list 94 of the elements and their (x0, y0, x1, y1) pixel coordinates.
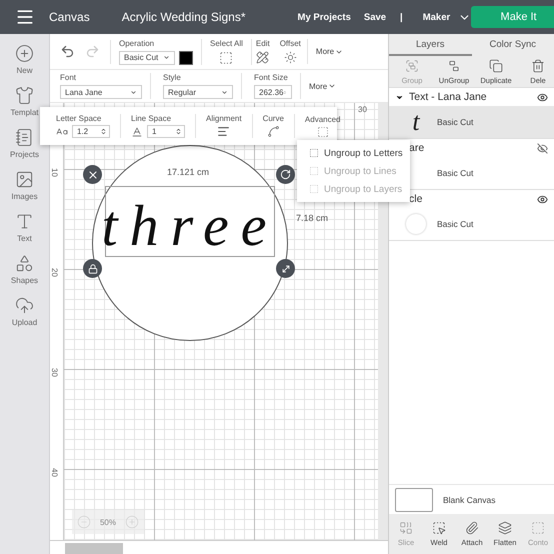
caret-icon (221, 88, 228, 96)
sidebar-label[interactable]: Shapes (10, 276, 38, 285)
machine-selector[interactable]: Maker (422, 12, 450, 22)
alignment-label: Alignment (206, 114, 242, 123)
layer-item[interactable]: t Basic Cut (389, 106, 554, 138)
blank-canvas-swatch[interactable] (395, 488, 433, 512)
layer-label[interactable]: Basic Cut (437, 219, 474, 229)
weld-icon (432, 521, 446, 535)
color-swatch[interactable] (179, 50, 193, 64)
slice-icon (399, 521, 413, 535)
spinner-icon[interactable] (175, 128, 182, 135)
sidebar-label[interactable]: Images (11, 192, 38, 201)
sidebar-label[interactable]: New (16, 66, 32, 75)
images-icon[interactable] (14, 170, 34, 189)
font-size-label: Font Size (254, 73, 289, 82)
offset-icon[interactable] (284, 51, 297, 64)
circle-thumbnail (406, 214, 426, 234)
line-space-field[interactable]: 1 (147, 125, 185, 138)
flatten-icon (498, 521, 512, 535)
curve-icon[interactable] (266, 125, 280, 138)
selection-box[interactable]: three (105, 186, 275, 257)
attach-icon (465, 521, 479, 535)
advanced-icon[interactable] (316, 126, 329, 138)
letter-space-icon (56, 126, 68, 138)
eye-icon[interactable] (537, 92, 548, 102)
advanced-label: Advanced (304, 114, 341, 124)
letter-thumbnail: t (412, 109, 420, 135)
eye-icon[interactable] (537, 194, 548, 204)
spinner-icon[interactable] (100, 128, 107, 135)
menu-item[interactable]: Ungroup to Letters (297, 144, 410, 162)
font-size-field[interactable]: 262.36 (254, 85, 292, 99)
edit-icon[interactable] (256, 51, 270, 64)
contour-icon (531, 521, 545, 535)
ruler-mark: 30 (358, 105, 367, 114)
undo-icon[interactable] (60, 44, 75, 59)
sidebar-label[interactable]: Text (17, 234, 32, 243)
panel-tab[interactable]: Color Sync (472, 34, 554, 56)
projects-icon[interactable] (15, 128, 34, 147)
operation-select[interactable]: Basic Cut (119, 50, 175, 64)
font-select[interactable]: Lana Jane (60, 85, 142, 99)
eye-off-icon[interactable] (537, 142, 548, 154)
layer-group-title[interactable]: Text - Lana Jane (409, 91, 532, 103)
separator-text: | (400, 12, 403, 22)
ungroup-icon (447, 58, 461, 72)
ruler-mark: 10 (50, 168, 59, 177)
app-title: Canvas (49, 10, 90, 24)
layer-label[interactable]: Basic Cut (437, 168, 474, 178)
templates-icon[interactable] (14, 86, 34, 105)
offset-label: Offset (280, 39, 301, 48)
delete-icon (531, 58, 545, 72)
style-select[interactable]: Regular (163, 85, 233, 99)
duplicate-icon (489, 58, 503, 72)
align-left-icon[interactable] (217, 125, 230, 138)
ruler-mark: 20 (50, 268, 59, 277)
new-icon[interactable] (15, 44, 34, 63)
select-all-icon[interactable] (219, 50, 234, 64)
project-title: Acrylic Wedding Signs* (122, 10, 246, 24)
caret-icon (163, 54, 170, 61)
line-space-label: Line Space (131, 114, 172, 123)
line-space-icon (131, 126, 143, 138)
save-link[interactable]: Save (364, 12, 386, 22)
style-label: Style (163, 73, 182, 82)
sidebar-label[interactable]: Projects (10, 150, 39, 159)
zoom-level: 50% (100, 518, 116, 526)
sidebar-label[interactable]: Templat (10, 108, 38, 117)
letter-space-label: Letter Space (56, 114, 102, 123)
height-label: 7.18 cm (296, 213, 328, 223)
sidebar-label[interactable]: Upload (12, 318, 38, 327)
text-icon[interactable] (15, 212, 34, 231)
ruler-mark: 40 (50, 468, 59, 477)
panel-tab[interactable]: Layers (389, 34, 472, 56)
layer-group-title[interactable]: are (409, 142, 532, 154)
caret-icon (130, 88, 137, 96)
more-button[interactable]: More (301, 82, 344, 90)
blank-canvas-label: Blank Canvas (443, 494, 496, 504)
curve-label: Curve (262, 114, 284, 123)
my-projects-link[interactable]: My Projects (298, 12, 351, 22)
edit-label: Edit (256, 39, 270, 48)
letter-space-field[interactable]: 1.2 (72, 125, 110, 138)
font-label: Font (60, 73, 78, 82)
select-all-label: Select All (210, 38, 243, 48)
lock-icon[interactable] (83, 259, 102, 278)
upload-icon[interactable] (14, 296, 34, 315)
operation-label: Operation (119, 38, 156, 48)
width-label: 17.121 cm (167, 167, 210, 177)
more-button[interactable]: More (308, 47, 352, 56)
layer-label: Basic Cut (437, 117, 474, 127)
shapes-icon[interactable] (14, 254, 34, 273)
ruler-mark: 30 (50, 368, 59, 377)
group-icon (405, 58, 419, 72)
close-icon[interactable] (83, 165, 102, 184)
scrollbar-thumb[interactable] (65, 543, 123, 554)
rotate-icon[interactable] (276, 165, 295, 184)
caret-icon (328, 82, 336, 90)
